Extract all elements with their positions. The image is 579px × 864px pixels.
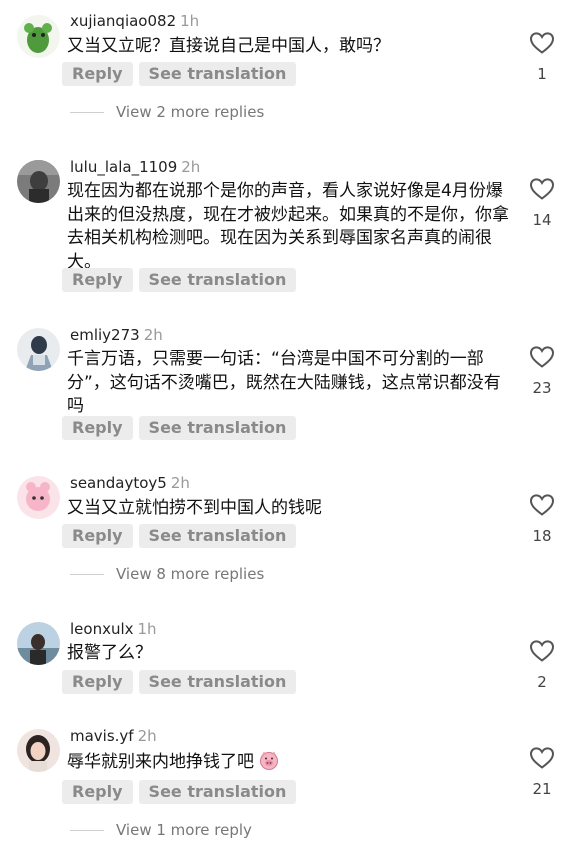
comment-text: 报警了么？	[67, 643, 152, 663]
comment-time: 2h	[181, 158, 201, 176]
like-count: 21	[532, 780, 552, 798]
see-translation-button[interactable]: See translation	[138, 62, 297, 86]
like-control: 18	[528, 493, 556, 545]
reply-button[interactable]: Reply	[62, 268, 133, 292]
view-more-replies[interactable]: View 1 more reply	[70, 821, 252, 839]
avatar-image	[17, 15, 60, 58]
view-more-replies[interactable]: View 8 more replies	[70, 565, 264, 583]
like-count: 14	[532, 211, 552, 229]
avatar-image	[17, 622, 60, 665]
avatar[interactable]	[17, 15, 60, 58]
like-control: 1	[528, 31, 556, 83]
see-translation-button[interactable]: See translation	[138, 780, 297, 804]
heart-icon[interactable]	[529, 746, 555, 770]
comment-text: 现在因为都在说那个是你的声音，看人家说好像是4月份爆出来的但没热度，现在才被炒起…	[67, 181, 509, 272]
heart-icon[interactable]	[529, 31, 555, 55]
see-translation-button[interactable]: See translation	[138, 670, 297, 694]
comment-time: 2h	[137, 727, 157, 745]
avatar[interactable]	[17, 622, 60, 665]
view-more-replies[interactable]: View 2 more replies	[70, 103, 264, 121]
avatar-image	[17, 328, 60, 371]
avatar[interactable]	[17, 160, 60, 203]
comment-time: 2h	[170, 474, 190, 492]
username[interactable]: xujianqiao082	[70, 12, 176, 30]
see-translation-button[interactable]: See translation	[138, 524, 297, 548]
view-more-replies-label: View 1 more reply	[116, 821, 252, 839]
username[interactable]: emliy273	[70, 326, 140, 344]
like-control: 2	[528, 639, 556, 691]
reply-button[interactable]: Reply	[62, 780, 133, 804]
see-translation-button[interactable]: See translation	[138, 416, 297, 440]
comment-text: 又当又立呢？直接说自己是中国人，敢吗？	[67, 36, 390, 56]
heart-icon[interactable]	[529, 493, 555, 517]
comment-text: 辱华就别来内地挣钱了吧	[67, 750, 509, 775]
comment-text: 千言万语，只需要一句话：“台湾是中国不可分割的一部分”，这句话不烫嘴巴，既然在大…	[67, 349, 501, 416]
like-control: 14	[528, 177, 556, 229]
comment-text: 又当又立就怕捞不到中国人的钱呢	[67, 498, 322, 518]
like-count: 1	[537, 65, 547, 83]
see-translation-button[interactable]: See translation	[138, 268, 297, 292]
username[interactable]: leonxulx	[70, 620, 134, 638]
avatar[interactable]	[17, 476, 60, 519]
avatar[interactable]	[17, 729, 60, 772]
avatar-image	[17, 160, 60, 203]
like-count: 2	[537, 673, 547, 691]
like-count: 18	[532, 527, 552, 545]
comment-time: 1h	[137, 620, 157, 638]
comment-text-content: 辱华就别来内地挣钱了吧	[67, 752, 254, 772]
like-count: 23	[532, 379, 552, 397]
username[interactable]: lulu_lala_1109	[70, 158, 177, 176]
username[interactable]: mavis.yf	[70, 727, 134, 745]
reply-button[interactable]: Reply	[62, 670, 133, 694]
heart-icon[interactable]	[529, 177, 555, 201]
divider-line	[70, 829, 104, 831]
comment-time: 1h	[180, 12, 200, 30]
heart-icon[interactable]	[529, 639, 555, 663]
heart-icon[interactable]	[529, 345, 555, 369]
view-more-replies-label: View 8 more replies	[116, 565, 265, 583]
username[interactable]: seandaytoy5	[70, 474, 167, 492]
pig-face-icon	[260, 751, 279, 770]
avatar-image	[17, 476, 60, 519]
reply-button[interactable]: Reply	[62, 524, 133, 548]
comment-time: 2h	[143, 326, 163, 344]
avatar[interactable]	[17, 328, 60, 371]
like-control: 21	[528, 746, 556, 798]
divider-line	[70, 111, 104, 113]
reply-button[interactable]: Reply	[62, 416, 133, 440]
view-more-replies-label: View 2 more replies	[116, 103, 265, 121]
like-control: 23	[528, 345, 556, 397]
avatar-image	[17, 729, 60, 772]
divider-line	[70, 573, 104, 575]
reply-button[interactable]: Reply	[62, 62, 133, 86]
